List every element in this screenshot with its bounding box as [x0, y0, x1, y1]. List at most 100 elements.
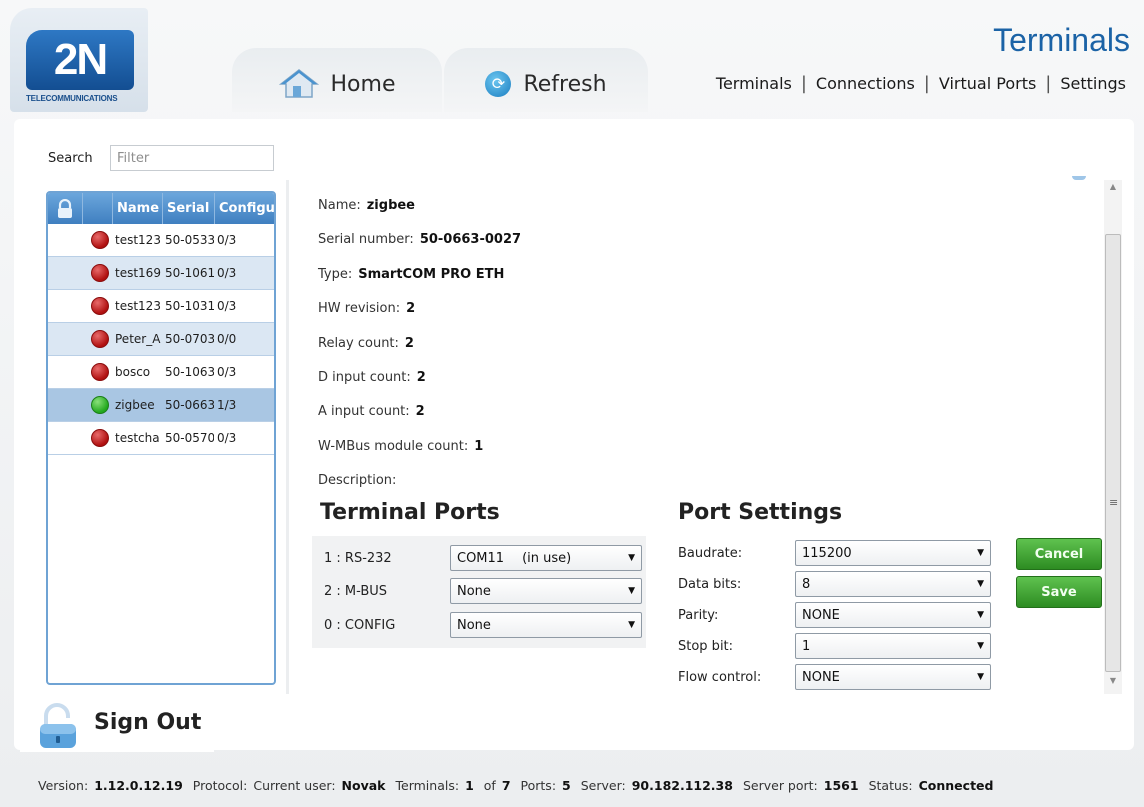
search-label: Search	[48, 151, 93, 166]
dropdown-arrow-icon: ▼	[977, 672, 984, 682]
tab-home[interactable]: Home	[232, 48, 442, 112]
column-header-serial[interactable]: Serial n	[162, 193, 214, 224]
terminal-name: test123	[115, 299, 161, 313]
setting-label: Parity:	[678, 607, 719, 623]
port-label: 2 : M-BUS	[324, 583, 388, 599]
setting-label: Stop bit:	[678, 638, 734, 654]
server-value: 90.182.112.38	[631, 777, 733, 793]
detail-hw-revision: HW revision: 2	[318, 301, 416, 317]
status-indicator	[91, 429, 109, 447]
logo-mark: 2N	[26, 30, 134, 90]
terminals-total: 7	[501, 777, 511, 793]
current-user-label: Current user:	[253, 777, 336, 793]
status-indicator	[91, 264, 109, 282]
terminal-config: 0/3	[217, 365, 237, 379]
status-indicator	[91, 231, 109, 249]
data-bits-select[interactable]: 8 ▼	[795, 571, 991, 597]
top-navigation: Terminals | Connections | Virtual Ports …	[716, 73, 1126, 94]
setting-parity: Parity: NONE ▼	[678, 601, 991, 629]
status-indicator	[91, 330, 109, 348]
setting-label: Baudrate:	[678, 545, 743, 561]
lock-column-header[interactable]	[48, 198, 82, 219]
nav-virtual-ports[interactable]: Virtual Ports	[939, 74, 1036, 93]
terminal-name: Peter_A	[115, 332, 161, 346]
status-label: Status:	[868, 777, 913, 793]
detail-serial-number: Serial number: 50-0663-0027	[318, 232, 522, 248]
port-label: 1 : RS-232	[324, 550, 392, 566]
terminal-serial: 50-0570	[165, 431, 214, 445]
terminal-serial: 50-0703	[165, 332, 214, 346]
protocol-label: Protocol:	[192, 777, 248, 793]
sign-out-button[interactable]: Sign Out	[20, 696, 214, 752]
port-label: 0 : CONFIG	[324, 617, 396, 633]
dropdown-arrow-icon: ▼	[977, 579, 984, 589]
table-row[interactable]: Peter_A 50-0703 0/0	[48, 323, 274, 356]
nav-connections[interactable]: Connections	[816, 74, 915, 93]
tab-refresh-label: Refresh	[523, 71, 607, 97]
flow-control-select[interactable]: NONE ▼	[795, 664, 991, 690]
terminals-label: Terminals:	[395, 777, 460, 793]
save-button[interactable]: Save	[1016, 576, 1102, 608]
table-row-selected[interactable]: zigbee 50-0663 1/3	[48, 389, 274, 422]
scroll-indicator	[1072, 176, 1086, 180]
table-row[interactable]: test169 50-1061 0/3	[48, 257, 274, 290]
port-row: 1 : RS-232 COM11 (in use) ▼	[324, 543, 642, 573]
sign-out-label: Sign Out	[94, 710, 202, 735]
terminal-serial: 50-1031	[165, 299, 214, 313]
terminal-config: 0/3	[217, 233, 237, 247]
logo-tagline: TELECOMMUNICATIONS	[26, 94, 118, 103]
column-header-config[interactable]: Configu	[214, 193, 274, 224]
terminal-details: Name: zigbee Serial number: 50-0663-0027 T…	[318, 198, 521, 508]
terminals-of: of	[483, 777, 496, 793]
status-value: Connected	[918, 777, 994, 793]
ports-label: Ports:	[520, 777, 557, 793]
table-row[interactable]: bosco 50-1063 0/3	[48, 356, 274, 389]
port-row: 0 : CONFIG None ▼	[324, 610, 642, 640]
server-label: Server:	[580, 777, 626, 793]
nav-terminals[interactable]: Terminals	[716, 74, 792, 93]
port-select[interactable]: None ▼	[450, 612, 642, 638]
lock-icon	[58, 198, 72, 218]
terminal-name: bosco	[115, 365, 151, 379]
port-select[interactable]: COM11 (in use) ▼	[450, 545, 642, 571]
terminal-name: test123	[115, 233, 161, 247]
terminal-name: testcha	[115, 431, 160, 445]
nav-separator: |	[923, 73, 930, 94]
scroll-up-icon[interactable]: ▲	[1104, 182, 1122, 198]
detail-name: Name: zigbee	[318, 198, 416, 213]
table-row[interactable]: test123 50-0533 0/3	[48, 224, 274, 257]
table-row[interactable]: test123 50-1031 0/3	[48, 290, 274, 323]
cancel-button[interactable]: Cancel	[1016, 538, 1102, 570]
parity-select[interactable]: NONE ▼	[795, 602, 991, 628]
port-select[interactable]: None ▼	[450, 578, 642, 604]
baudrate-select[interactable]: 115200 ▼	[795, 540, 991, 566]
setting-label: Flow control:	[678, 669, 762, 685]
status-bar: Version: 1.12.0.12.19 Protocol: Current …	[0, 770, 1144, 800]
table-row[interactable]: testcha 50-0570 0/3	[48, 422, 274, 455]
page-title: Terminals	[993, 22, 1130, 58]
dropdown-arrow-icon: ▼	[977, 641, 984, 651]
status-column-header[interactable]	[82, 193, 112, 224]
port-settings-title: Port Settings	[678, 500, 843, 525]
nav-separator: |	[1045, 73, 1052, 94]
setting-flow-control: Flow control: NONE ▼	[678, 663, 991, 691]
search-input[interactable]	[110, 145, 274, 171]
stop-bit-select[interactable]: 1 ▼	[795, 633, 991, 659]
terminal-config: 0/0	[217, 332, 237, 346]
scrollbar-thumb[interactable]: ≡	[1105, 234, 1121, 672]
scroll-down-icon[interactable]: ▼	[1104, 676, 1122, 692]
column-header-name[interactable]: Name	[112, 193, 162, 224]
status-indicator	[91, 396, 109, 414]
logo: 2N TELECOMMUNICATIONS	[10, 8, 148, 112]
panel-divider[interactable]	[286, 180, 289, 694]
terminal-name: test169	[115, 266, 161, 280]
grip-icon: ≡	[1109, 496, 1119, 509]
dropdown-arrow-icon: ▼	[977, 610, 984, 620]
terminal-serial: 50-1061	[165, 266, 214, 280]
details-scrollbar[interactable]: ▲ ≡ ▼	[1104, 180, 1122, 694]
status-indicator	[91, 297, 109, 315]
nav-settings[interactable]: Settings	[1060, 74, 1126, 93]
tab-refresh[interactable]: ⟳ Refresh	[444, 48, 648, 112]
port-row: 2 : M-BUS None ▼	[324, 576, 642, 606]
terminal-ports-title: Terminal Ports	[320, 500, 500, 525]
